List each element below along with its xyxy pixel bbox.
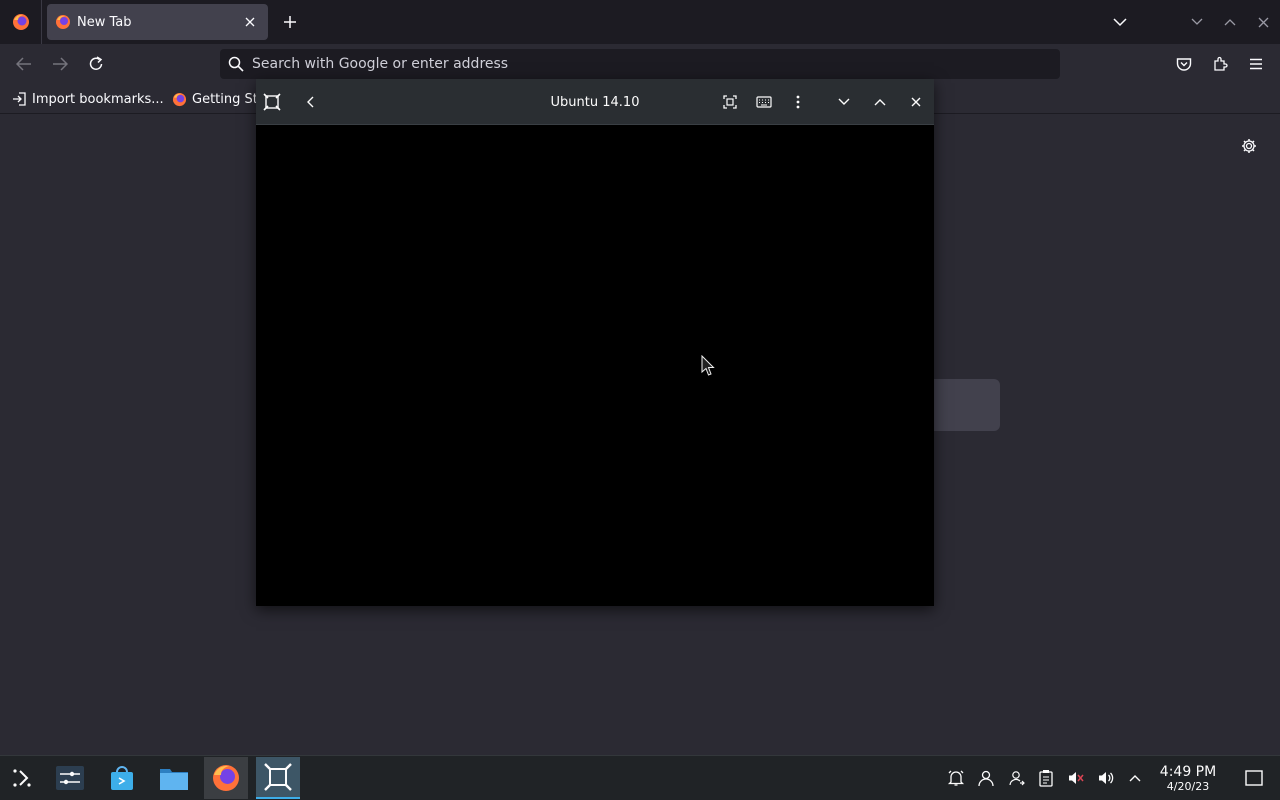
pocket-icon — [1176, 57, 1192, 71]
taskbar-discover[interactable] — [100, 757, 144, 799]
bookmark-import[interactable]: Import bookmarks... — [12, 90, 164, 108]
show-desktop-button[interactable] — [1244, 769, 1264, 787]
extensions-button[interactable] — [1208, 52, 1232, 76]
bookmark-label: Import bookmarks... — [32, 91, 164, 107]
clock-date: 4/20/23 — [1166, 780, 1210, 793]
tray-user-switch[interactable] — [1008, 769, 1026, 787]
new-tab-search-box[interactable] — [934, 379, 1000, 431]
taskbar-firefox[interactable] — [204, 757, 248, 799]
chevron-left-icon — [307, 96, 314, 108]
chevron-up-icon — [874, 99, 886, 106]
folder-icon — [160, 769, 188, 790]
close-icon — [245, 17, 255, 27]
maximize-button[interactable] — [870, 92, 890, 112]
more-options-button[interactable] — [788, 92, 808, 112]
shopping-bag-icon — [111, 766, 133, 790]
reload-icon — [89, 56, 103, 70]
close-icon — [911, 97, 921, 107]
forward-button[interactable] — [48, 52, 72, 76]
puzzle-icon — [1214, 56, 1228, 71]
firefox-icon — [12, 14, 29, 30]
import-icon — [13, 92, 26, 106]
back-button[interactable] — [12, 52, 36, 76]
arrow-right-icon — [53, 57, 68, 71]
minimize-window-button[interactable] — [1187, 12, 1207, 32]
gear-icon — [1242, 139, 1256, 153]
chevron-down-icon — [1191, 18, 1203, 25]
close-button[interactable] — [906, 92, 926, 112]
keyboard-icon — [756, 96, 772, 108]
sliders-icon — [56, 766, 84, 790]
hamburger-menu-icon — [1250, 58, 1262, 70]
more-vertical-icon — [796, 95, 800, 109]
chevron-down-icon — [1113, 18, 1127, 27]
taskbar-file-manager[interactable] — [152, 757, 196, 799]
close-window-button[interactable] — [1253, 12, 1273, 32]
mouse-cursor-icon — [701, 355, 715, 376]
tray-notifications[interactable] — [947, 769, 965, 787]
tab-new-tab[interactable]: New Tab — [47, 4, 268, 40]
fullscreen-button[interactable] — [720, 92, 740, 112]
back-button[interactable] — [300, 92, 320, 112]
pocket-button[interactable] — [1172, 52, 1196, 76]
user-switch-icon — [1009, 771, 1025, 786]
firefox-icon — [56, 15, 70, 29]
launcher-icon — [13, 769, 31, 787]
browser-tab-bar: New Tab — [0, 0, 1280, 44]
fullscreen-icon — [723, 95, 737, 109]
tray-volume[interactable] — [1097, 769, 1115, 787]
vm-window-title: Ubuntu 14.10 — [550, 94, 640, 110]
arrow-left-icon — [16, 57, 31, 71]
bookmark-getting-started[interactable]: Getting Started — [172, 90, 258, 108]
vm-window-titlebar[interactable]: Ubuntu 14.10 — [256, 79, 934, 125]
minimize-button[interactable] — [834, 92, 854, 112]
plus-icon — [284, 16, 296, 28]
firefox-view-button[interactable] — [0, 0, 42, 44]
taskbar-system-settings[interactable] — [48, 757, 92, 799]
firefox-icon — [213, 765, 239, 791]
alarm-bell-icon — [947, 770, 965, 786]
virt-viewer-icon — [263, 93, 281, 111]
maximize-window-button[interactable] — [1220, 12, 1240, 32]
url-input[interactable] — [252, 56, 1032, 72]
send-keys-button[interactable] — [754, 92, 774, 112]
vm-display[interactable] — [256, 125, 934, 606]
chevron-up-icon — [1129, 775, 1141, 782]
speaker-muted-icon — [1069, 772, 1084, 784]
app-menu-button[interactable] — [1244, 52, 1268, 76]
user-icon — [978, 770, 994, 787]
speaker-icon — [1099, 772, 1114, 784]
clock-time: 4:49 PM — [1159, 764, 1217, 780]
address-bar[interactable] — [220, 49, 1060, 79]
vm-viewer-window: Ubuntu 14.10 — [256, 79, 934, 606]
chevron-up-icon — [1224, 19, 1236, 26]
search-icon — [228, 56, 244, 72]
virt-viewer-icon — [264, 763, 292, 791]
personalize-new-tab-button[interactable] — [1240, 137, 1258, 155]
application-launcher[interactable] — [0, 757, 44, 799]
show-desktop-icon — [1245, 770, 1263, 786]
digital-clock[interactable]: 4:49 PM 4/20/23 — [1152, 764, 1224, 793]
tray-user[interactable] — [977, 769, 995, 787]
bookmark-label: Getting Started — [192, 91, 258, 107]
close-icon — [1258, 17, 1268, 27]
tray-clipboard[interactable] — [1037, 769, 1055, 787]
reload-button[interactable] — [84, 52, 108, 76]
tray-expand[interactable] — [1126, 769, 1144, 787]
taskbar-virt-viewer[interactable] — [256, 757, 300, 799]
list-all-tabs-button[interactable] — [1108, 10, 1132, 34]
taskbar: 4:49 PM 4/20/23 — [0, 755, 1280, 800]
new-tab-button[interactable] — [278, 10, 302, 34]
firefox-icon — [172, 92, 187, 106]
close-tab-button[interactable] — [240, 12, 260, 32]
tray-audio-muted[interactable] — [1067, 769, 1085, 787]
app-icon-button[interactable] — [262, 92, 282, 112]
tab-title: New Tab — [77, 14, 132, 30]
clipboard-icon — [1039, 770, 1053, 787]
chevron-down-icon — [838, 98, 850, 105]
